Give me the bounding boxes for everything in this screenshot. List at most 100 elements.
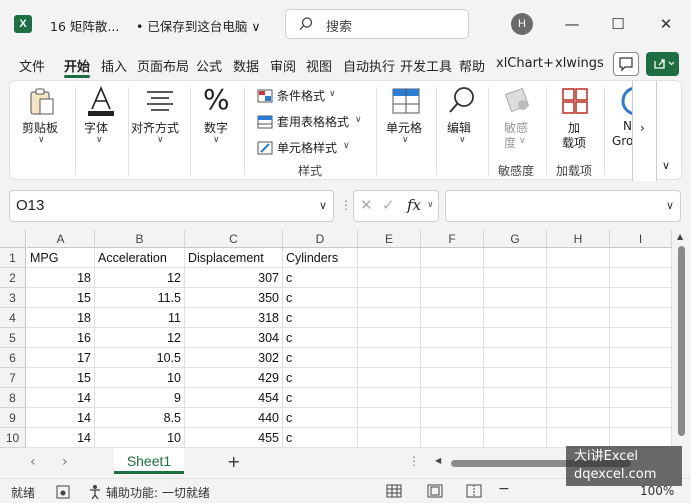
conditional-format-button[interactable]: 条件格式 [277,87,325,104]
table-cell[interactable] [610,388,672,408]
save-status[interactable]: • 已保存到这台电脑 ∨ [136,16,260,35]
column-header-d[interactable]: D [283,230,358,248]
maximize-icon[interactable]: ☐ [606,12,630,36]
column-header-h[interactable]: H [547,230,610,248]
cells-button[interactable]: 单元格 ∨ [377,81,435,181]
table-cell[interactable]: 440 [185,408,283,428]
page-break-view-icon[interactable] [466,484,482,498]
table-cell[interactable] [421,288,484,308]
close-icon[interactable]: ✕ [654,12,678,36]
tab-formulas[interactable]: 公式 [196,56,222,75]
row-header[interactable]: 6 [0,348,26,368]
table-cell[interactable]: Displacement [185,248,283,268]
table-cell[interactable]: c [283,328,358,348]
macro-record-icon[interactable] [56,485,70,499]
table-cell[interactable]: 12 [95,328,185,348]
chevron-down-icon[interactable]: ∨ [427,200,434,210]
table-cell[interactable] [547,308,610,328]
table-cell[interactable] [358,268,421,288]
tab-review[interactable]: 审阅 [270,56,296,75]
table-cell[interactable] [547,388,610,408]
table-cell[interactable] [484,408,547,428]
table-cell[interactable]: 455 [185,428,283,448]
table-cell[interactable]: c [283,348,358,368]
addins-button[interactable]: 加 载项 加载项 [547,81,603,181]
table-cell[interactable] [484,308,547,328]
next-sheet-icon[interactable]: › [62,454,68,470]
table-cell[interactable]: 10 [95,428,185,448]
table-cell[interactable]: 10 [95,368,185,388]
table-cell[interactable] [610,408,672,428]
chevron-down-icon[interactable]: ∨ [319,199,327,212]
table-cell[interactable] [610,368,672,388]
check-icon[interactable]: ✓ [382,196,395,214]
tab-file[interactable]: 文件 [19,56,45,75]
table-cell[interactable] [547,408,610,428]
table-cell[interactable]: c [283,268,358,288]
table-cell[interactable] [421,268,484,288]
select-all-corner[interactable] [0,230,26,248]
column-header-i[interactable]: I [610,230,672,248]
table-cell[interactable] [484,288,547,308]
row-header[interactable]: 9 [0,408,26,428]
row-header[interactable]: 8 [0,388,26,408]
worksheet-grid[interactable]: A B C D E F G H I 1 MPG Acceleration Displacement Cyl… [0,230,672,448]
ribbon-scroll-right[interactable]: › [632,81,657,181]
column-header-c[interactable]: C [185,230,283,248]
column-header-b[interactable]: B [95,230,185,248]
scroll-left-icon[interactable]: ◀ [435,456,441,465]
cancel-icon[interactable]: ✕ [360,196,373,214]
table-cell[interactable]: 16 [27,328,95,348]
table-cell[interactable] [421,368,484,388]
tab-xlwings[interactable]: xlwings [555,56,604,71]
table-cell[interactable] [547,328,610,348]
table-cell[interactable] [484,388,547,408]
table-cell[interactable]: 8.5 [95,408,185,428]
table-cell[interactable] [421,428,484,448]
table-cell[interactable]: Acceleration [95,248,185,268]
table-cell[interactable] [610,248,672,268]
cell-style-button[interactable]: 单元格样式 [277,139,337,156]
prev-sheet-icon[interactable]: ‹ [30,454,36,470]
row-header[interactable]: 2 [0,268,26,288]
table-cell[interactable]: 17 [27,348,95,368]
table-cell[interactable] [610,288,672,308]
table-cell[interactable] [421,388,484,408]
table-cell[interactable]: 307 [185,268,283,288]
more-icon[interactable]: ⋮ [408,454,420,468]
table-cell[interactable] [484,348,547,368]
table-cell[interactable]: c [283,408,358,428]
table-cell[interactable] [484,428,547,448]
table-cell[interactable] [610,308,672,328]
formula-input[interactable]: ∨ [445,190,681,222]
table-cell[interactable] [484,268,547,288]
table-cell[interactable] [610,328,672,348]
table-cell[interactable] [547,288,610,308]
table-cell[interactable]: 14 [27,388,95,408]
tab-developer[interactable]: 开发工具 [400,56,452,75]
table-cell[interactable]: 12 [95,268,185,288]
table-cell[interactable]: 14 [27,408,95,428]
comments-button[interactable] [613,52,639,76]
normal-view-icon[interactable] [386,484,402,498]
table-cell[interactable]: 318 [185,308,283,328]
font-button[interactable]: 字体 ∨ [76,81,128,181]
table-cell[interactable]: c [283,288,358,308]
tab-page-layout[interactable]: 页面布局 [137,56,189,75]
avatar[interactable]: H [511,13,533,35]
table-cell[interactable] [421,248,484,268]
table-cell[interactable] [484,368,547,388]
scroll-up-icon[interactable]: ▲ [677,232,683,241]
table-cell[interactable] [358,368,421,388]
table-cell[interactable]: 18 [27,308,95,328]
table-cell[interactable]: c [283,428,358,448]
row-header[interactable]: 4 [0,308,26,328]
table-cell[interactable]: 11 [95,308,185,328]
sheet-tab-sheet1[interactable]: Sheet1 [114,448,184,474]
table-cell[interactable]: 18 [27,268,95,288]
table-cell[interactable]: 304 [185,328,283,348]
row-header[interactable]: 1 [0,248,26,268]
row-header[interactable]: 10 [0,428,26,448]
table-cell[interactable] [358,308,421,328]
table-cell[interactable] [421,408,484,428]
